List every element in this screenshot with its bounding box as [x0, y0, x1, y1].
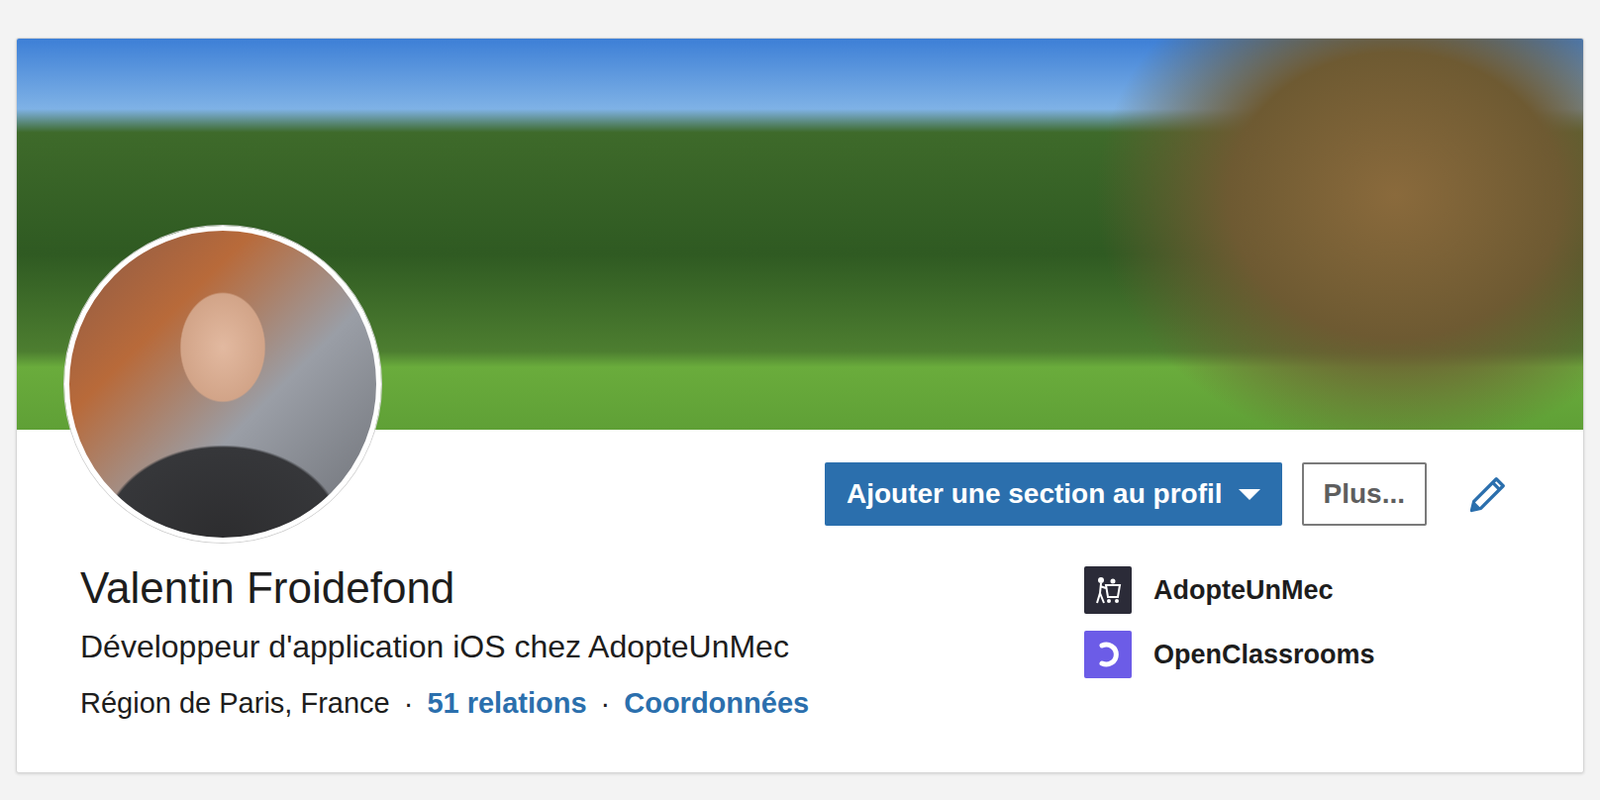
company-item[interactable]: AdopteUnMec [1084, 566, 1520, 614]
more-button[interactable]: Plus... [1301, 462, 1427, 526]
separator: · [403, 675, 414, 731]
profile-meta: Région de Paris, France · 51 relations · Coo… [80, 675, 1085, 731]
profile-photo[interactable] [64, 225, 382, 543]
profile-headline: Développeur d'application iOS chez Adopt… [80, 617, 1085, 676]
company-item[interactable]: OpenClassrooms [1084, 630, 1520, 679]
profile-card: Ajouter une section au profil Plus... Val… [15, 37, 1585, 774]
location-text: Région de Paris, France [80, 687, 391, 719]
company-logo-icon[interactable] [1084, 630, 1132, 679]
separator: · [600, 675, 611, 731]
company-name[interactable]: AdopteUnMec [1153, 570, 1334, 611]
add-section-label[interactable]: Ajouter une section au profil [846, 473, 1223, 515]
company-name[interactable]: OpenClassrooms [1153, 634, 1376, 676]
cart-figure-icon[interactable] [1091, 573, 1125, 607]
dropdown-caret-icon[interactable] [1238, 489, 1261, 500]
company-logo-icon[interactable] [1084, 566, 1132, 614]
meta-link[interactable]: 51 relations [426, 687, 587, 719]
meta-item: Région de Paris, France [80, 675, 391, 731]
profile-name: Valentin Froidefond [80, 558, 1085, 618]
meta-link[interactable]: Coordonnées [623, 687, 809, 719]
meta-item[interactable]: 51 relations [426, 675, 587, 731]
edit-pencil-icon[interactable] [1466, 472, 1510, 516]
add-section-button[interactable]: Ajouter une section au profil [824, 462, 1283, 526]
crescent-icon[interactable] [1091, 637, 1125, 672]
meta-item[interactable]: Coordonnées [623, 675, 809, 731]
